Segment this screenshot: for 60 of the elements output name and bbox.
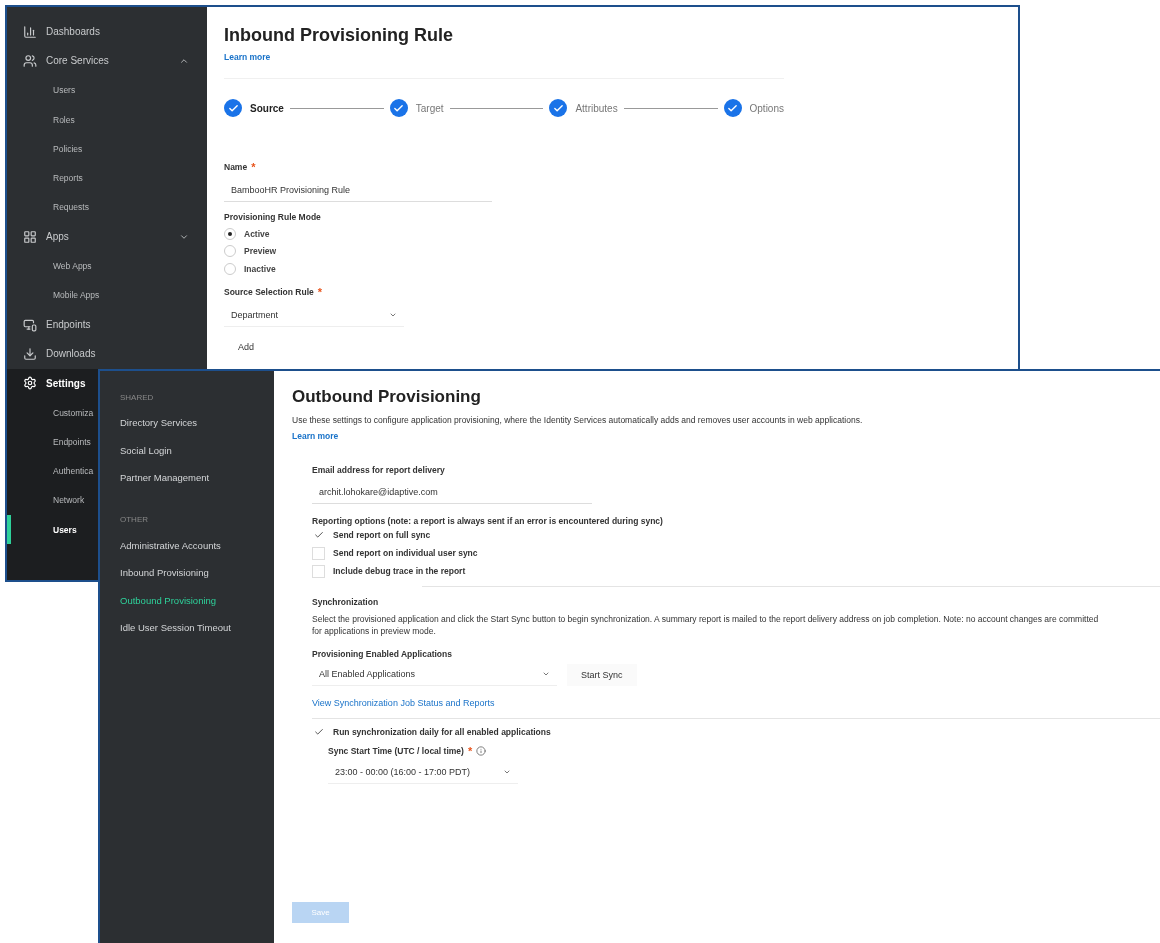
start-time-dropdown[interactable]: 23:00 - 00:00 (16:00 - 17:00 PDT) [328,761,518,784]
sidebar-subitem[interactable]: Authentica [7,456,95,486]
field-label: Sync Start Time (UTC / local time) [328,746,464,756]
step[interactable]: Source [224,99,284,117]
sidebar-item[interactable]: Core Services [7,46,207,76]
field-label: Provisioning Enabled Applications [312,649,452,659]
learn-more-link[interactable]: Learn more [292,431,339,441]
sidebar-subitem[interactable]: Roles [7,104,95,135]
sidebar-item[interactable]: Partner Management [120,464,274,492]
sidebar-item[interactable]: Administrative Accounts [120,531,274,559]
step[interactable]: Target [389,99,444,117]
sync-description: Select the provisioned application and click the Start Sync button to begin synchronization. A summary report is mailed to the report delivery address on job completion. Note: no account changes are committed for applications in preview mode. [312,613,1100,637]
sidebar-item[interactable]: Endpoints [7,309,207,340]
sidebar-subitem[interactable]: Web Apps [7,251,95,281]
job-status-link[interactable]: View Synchronization Job Status and Reports [312,698,1160,708]
step[interactable]: Options [723,99,784,117]
section-heading: SHARED [120,391,155,404]
page-title: Outbound Provisioning [292,387,482,407]
sidebar-item[interactable]: Social Login [120,436,274,464]
radio-option[interactable]: Inactive [224,260,1002,278]
field-label: Email address for report delivery [312,465,445,475]
field-label: Name [224,162,248,172]
sidebar-item[interactable]: Directory Services [120,409,274,437]
page-title: Inbound Provisioning Rule [224,25,454,46]
email-field[interactable]: archit.lohokare@idaptive.com [312,481,592,504]
field-label: Reporting options (note: a report is always sent if an error is encountered during sync) [312,516,663,526]
sidebar-item[interactable]: Inbound Provisioning [120,559,274,587]
sidebar-item[interactable]: Idle User Session Timeout [120,614,274,642]
checkbox-label: Run synchronization daily for all enabled applications [333,727,551,737]
required-mark: * [251,161,256,173]
checkbox-label: Send report on individual user sync [333,548,478,558]
sidebar-item[interactable]: Dashboards [7,17,207,47]
sidebar-subitem[interactable]: Endpoints [7,427,95,457]
sidebar-item[interactable]: Downloads [7,339,207,369]
required-mark: * [467,745,473,757]
sidebar-item[interactable]: Outbound Provisioning [120,586,274,614]
checkbox-label: Send report on full sync [333,530,431,540]
applications-dropdown[interactable]: All Enabled Applications [312,663,557,686]
sidebar-item[interactable]: Apps [7,222,207,252]
sidebar-subitem[interactable]: Network [7,485,95,516]
checkbox-label: Include debug trace in the report [333,566,466,576]
required-mark: * [317,285,323,298]
field-label: Source Selection Rule [224,286,314,297]
sidebar-subitem[interactable]: Customiza [7,397,95,428]
start-sync-button[interactable]: Start Sync [567,663,637,686]
sidebar-subitem[interactable]: Users [7,75,95,105]
sidebar-subitem[interactable]: Requests [7,192,95,223]
source-rule-dropdown[interactable]: Department [224,303,404,327]
sidebar-subitem[interactable]: Policies [7,134,95,164]
name-field[interactable]: BambooHR Provisioning Rule [224,179,492,202]
sidebar-item[interactable]: Settings [7,368,95,398]
field-label: Provisioning Rule Mode [224,212,321,222]
description: Use these settings to configure application provisioning, where the Identity Services automatically adds and removes user accounts in web applications. [292,415,864,425]
sidebar-subitem[interactable]: Reports [7,163,95,193]
section-heading: OTHER [120,514,149,526]
radio-option[interactable]: Preview [224,242,1002,260]
radio-option[interactable]: Active [224,225,1002,243]
section-heading: Synchronization [312,597,379,607]
learn-more-link[interactable]: Learn more [224,52,271,62]
step[interactable]: Attributes [549,99,618,117]
